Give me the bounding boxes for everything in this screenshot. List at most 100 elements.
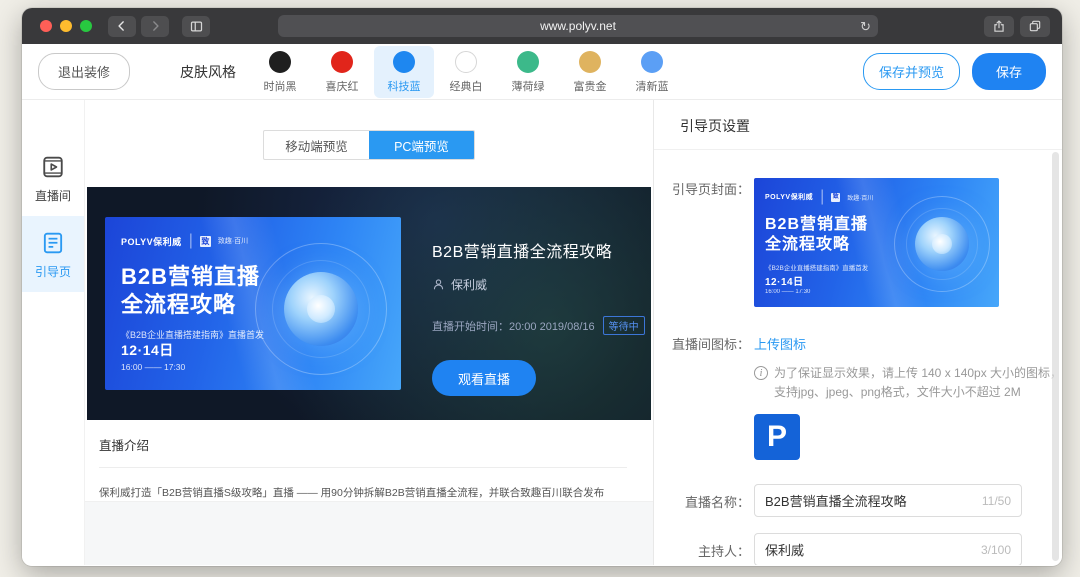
host-input[interactable]: 保利威 3/100	[754, 533, 1022, 565]
preview-footer-background	[85, 501, 653, 565]
room-icon-preview: P	[754, 414, 800, 460]
presenter-name: 保利威	[451, 276, 487, 293]
tab-pc-preview[interactable]: PC端预览	[369, 131, 474, 159]
cover-label: 引导页封面：	[654, 178, 750, 198]
skin-swatch-label: 富贵金	[574, 78, 607, 94]
skin-swatches: 时尚黑 喜庆红 科技蓝 经典白 薄荷绿 富贵金	[250, 46, 682, 98]
share-button[interactable]	[984, 16, 1014, 37]
browser-window: www.polyv.net ↻ 退出装修 皮肤风格 时尚黑 喜庆红	[22, 8, 1062, 566]
host-value: 保利威	[765, 540, 975, 559]
back-icon	[115, 19, 129, 33]
save-and-preview-button[interactable]: 保存并预览	[863, 53, 960, 90]
room-icon-label: 直播间图标：	[654, 333, 750, 353]
polyv-logo: POLYV保利威	[121, 235, 182, 248]
watch-live-button[interactable]: 观看直播	[432, 360, 536, 396]
skin-swatch-label: 喜庆红	[326, 78, 359, 94]
save-button[interactable]: 保存	[972, 53, 1046, 90]
intro-divider	[99, 467, 627, 468]
panel-scrollbar[interactable]	[1052, 152, 1059, 561]
live-room-icon	[39, 153, 67, 181]
logo-divider: |	[820, 188, 824, 206]
sidebar-item-guide-page[interactable]: 引导页	[22, 216, 84, 292]
decoration-toolbar: 退出装修 皮肤风格 时尚黑 喜庆红 科技蓝 经典白 薄荷绿	[22, 44, 1062, 100]
banner-ring-graphic	[894, 196, 990, 292]
skin-swatch-gold[interactable]: 富贵金	[560, 46, 620, 98]
sidebar-toggle-button[interactable]	[182, 16, 210, 37]
red-color-dot	[331, 51, 353, 73]
presenter-icon	[432, 278, 445, 291]
status-badge: 等待中	[603, 316, 645, 335]
forward-button[interactable]	[141, 16, 169, 37]
gold-color-dot	[579, 51, 601, 73]
close-window-icon[interactable]	[40, 20, 52, 32]
sidebar-item-label: 直播间	[35, 187, 71, 204]
minimize-window-icon[interactable]	[60, 20, 72, 32]
skin-swatch-blue-selected[interactable]: 科技蓝	[374, 46, 434, 98]
upload-icon-link[interactable]: 上传图标	[754, 334, 806, 353]
black-color-dot	[269, 51, 291, 73]
skin-swatch-white[interactable]: 经典白	[436, 46, 496, 98]
blue-color-dot	[393, 51, 415, 73]
skin-swatch-mint[interactable]: 薄荷绿	[498, 46, 558, 98]
skin-style-label: 皮肤风格	[180, 62, 236, 82]
skin-swatch-label: 薄荷绿	[512, 78, 545, 94]
intro-heading: 直播介绍	[99, 435, 639, 454]
banner-ring-graphic	[255, 243, 387, 375]
tab-mobile-preview[interactable]: 移动端预览	[264, 131, 369, 159]
host-label: 主持人：	[654, 540, 750, 560]
info-icon: i	[754, 366, 768, 380]
guide-page-settings-panel: 引导页设置 引导页封面： POLYV保利威 | 致 致趣·百川 B2B营	[653, 100, 1062, 565]
forward-icon	[148, 19, 162, 33]
live-name-counter: 11/50	[982, 494, 1011, 508]
tab-overview-button[interactable]	[1020, 16, 1050, 37]
reload-icon[interactable]: ↻	[860, 20, 871, 33]
guide-page-icon	[39, 229, 67, 257]
settings-title: 引导页设置	[654, 100, 1062, 150]
preview-area: 移动端预览 PC端预览 POLYV保利威 | 致 致趣·百川	[85, 100, 653, 565]
live-info-block: B2B营销直播全流程攻略 保利威 直播开始时间：20:00 2019/08/16…	[432, 187, 645, 420]
traffic-lights	[40, 20, 92, 32]
upload-hint-text: 为了保证显示效果，请上传 140 x 140px 大小的图标，支持jpg、jpe…	[774, 364, 1062, 401]
zoom-window-icon[interactable]	[80, 20, 92, 32]
skin-swatch-label: 时尚黑	[264, 78, 297, 94]
url-text: www.polyv.net	[540, 19, 616, 33]
exit-decoration-button[interactable]: 退出装修	[38, 53, 130, 90]
logo-divider: |	[189, 232, 193, 250]
live-name-value: B2B营销直播全流程攻略	[765, 491, 976, 510]
partner-logo-text: 致趣·百川	[847, 193, 873, 202]
skin-swatch-label: 清新蓝	[636, 78, 669, 94]
sidebar-item-live-room[interactable]: 直播间	[22, 140, 84, 216]
start-time-text: 直播开始时间：20:00 2019/08/16	[432, 318, 595, 334]
pc-preview-stage: POLYV保利威 | 致 致趣·百川 B2B营销直播 全流程攻略 《B2B企业直…	[87, 187, 651, 420]
mint-color-dot	[517, 51, 539, 73]
skin-swatch-label: 经典白	[450, 78, 483, 94]
host-counter: 3/100	[981, 543, 1011, 557]
guide-cover-thumbnail[interactable]: POLYV保利威 | 致 致趣·百川 B2B营销直播 全流程攻略 《B2B企业直…	[754, 178, 999, 307]
polyv-logo: POLYV保利威	[765, 192, 813, 202]
preview-device-tabs: 移动端预览 PC端预览	[263, 130, 475, 160]
left-sidebar: 直播间 引导页	[22, 100, 85, 565]
banner-date: 12·14日	[765, 273, 810, 288]
banner-time: 16:00 —— 17:30	[121, 362, 185, 372]
banner-date: 12·14日	[121, 340, 185, 360]
skin-swatch-freshblue[interactable]: 清新蓝	[622, 46, 682, 98]
banner-subtitle: 《B2B企业直播搭建指南》直播首发	[765, 262, 988, 272]
live-title: B2B营销直播全流程攻略	[432, 238, 645, 262]
skin-swatch-label: 科技蓝	[388, 78, 421, 94]
live-name-label: 直播名称：	[654, 491, 750, 511]
partner-logo-text: 致趣·百川	[218, 236, 248, 246]
sidebar-item-label: 引导页	[35, 263, 71, 280]
white-color-dot	[455, 51, 477, 73]
back-button[interactable]	[108, 16, 136, 37]
share-icon	[992, 19, 1006, 34]
skin-swatch-red[interactable]: 喜庆红	[312, 46, 372, 98]
banner-time: 16:00 —— 17:30	[765, 289, 810, 295]
address-bar[interactable]: www.polyv.net ↻	[278, 15, 878, 37]
browser-titlebar: www.polyv.net ↻	[22, 8, 1062, 44]
freshblue-color-dot	[641, 51, 663, 73]
live-cover-banner: POLYV保利威 | 致 致趣·百川 B2B营销直播 全流程攻略 《B2B企业直…	[105, 217, 401, 390]
sidebar-toggle-icon	[189, 19, 204, 34]
live-name-input[interactable]: B2B营销直播全流程攻略 11/50	[754, 484, 1022, 517]
skin-swatch-black[interactable]: 时尚黑	[250, 46, 310, 98]
tab-overview-icon	[1028, 19, 1042, 33]
